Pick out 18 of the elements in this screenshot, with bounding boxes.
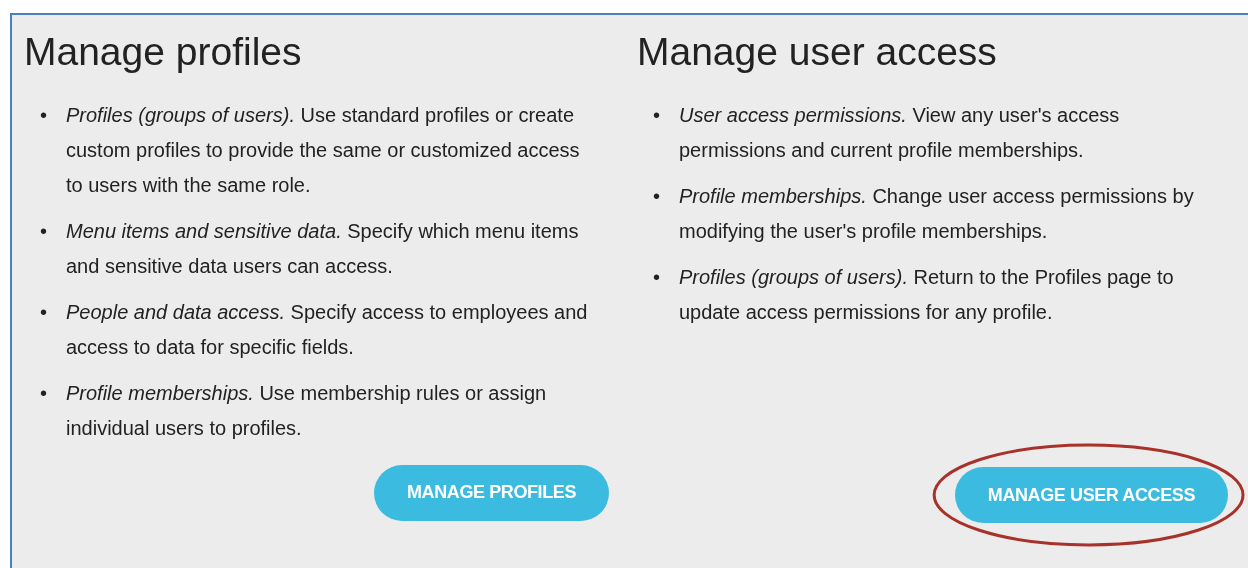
bullet-text: User access permissions. View any user's access permissions and current profile memberships. bbox=[679, 102, 1121, 163]
bullet-marker: • bbox=[40, 218, 48, 244]
action-button[interactable]: MANAGE USER ACCESS bbox=[954, 467, 1228, 523]
bullet-marker: • bbox=[653, 264, 661, 290]
bullet-marker: • bbox=[40, 102, 48, 128]
section-title: Manage profiles bbox=[24, 29, 303, 75]
bullet-marker: • bbox=[653, 183, 661, 209]
section-title: Manage user access bbox=[637, 29, 998, 75]
bullet-text: Profiles (groups of users). Return to the Profiles page to update access permissions for any profile. bbox=[679, 264, 1175, 325]
bullet-text: People and data access. Specify access to employees and access to data for specific fields. bbox=[66, 299, 589, 360]
bullet-text: Profile memberships. Change user access permissions by modifying the user's profile memberships. bbox=[679, 183, 1195, 244]
bullet-marker: • bbox=[40, 380, 48, 406]
bullet-text: Profiles (groups of users). Use standard profiles or create custom profiles to provide the same or customized access to users with the same role. bbox=[66, 102, 581, 198]
bullet-marker: • bbox=[40, 299, 48, 325]
action-button[interactable]: MANAGE PROFILES bbox=[374, 464, 609, 521]
bullet-marker: • bbox=[653, 102, 661, 128]
bullet-text: Profile memberships. Use membership rules or assign individual users to profiles. bbox=[66, 380, 548, 441]
bullet-text: Menu items and sensitive data. Specify which menu items and sensitive data users can access. bbox=[66, 218, 580, 279]
